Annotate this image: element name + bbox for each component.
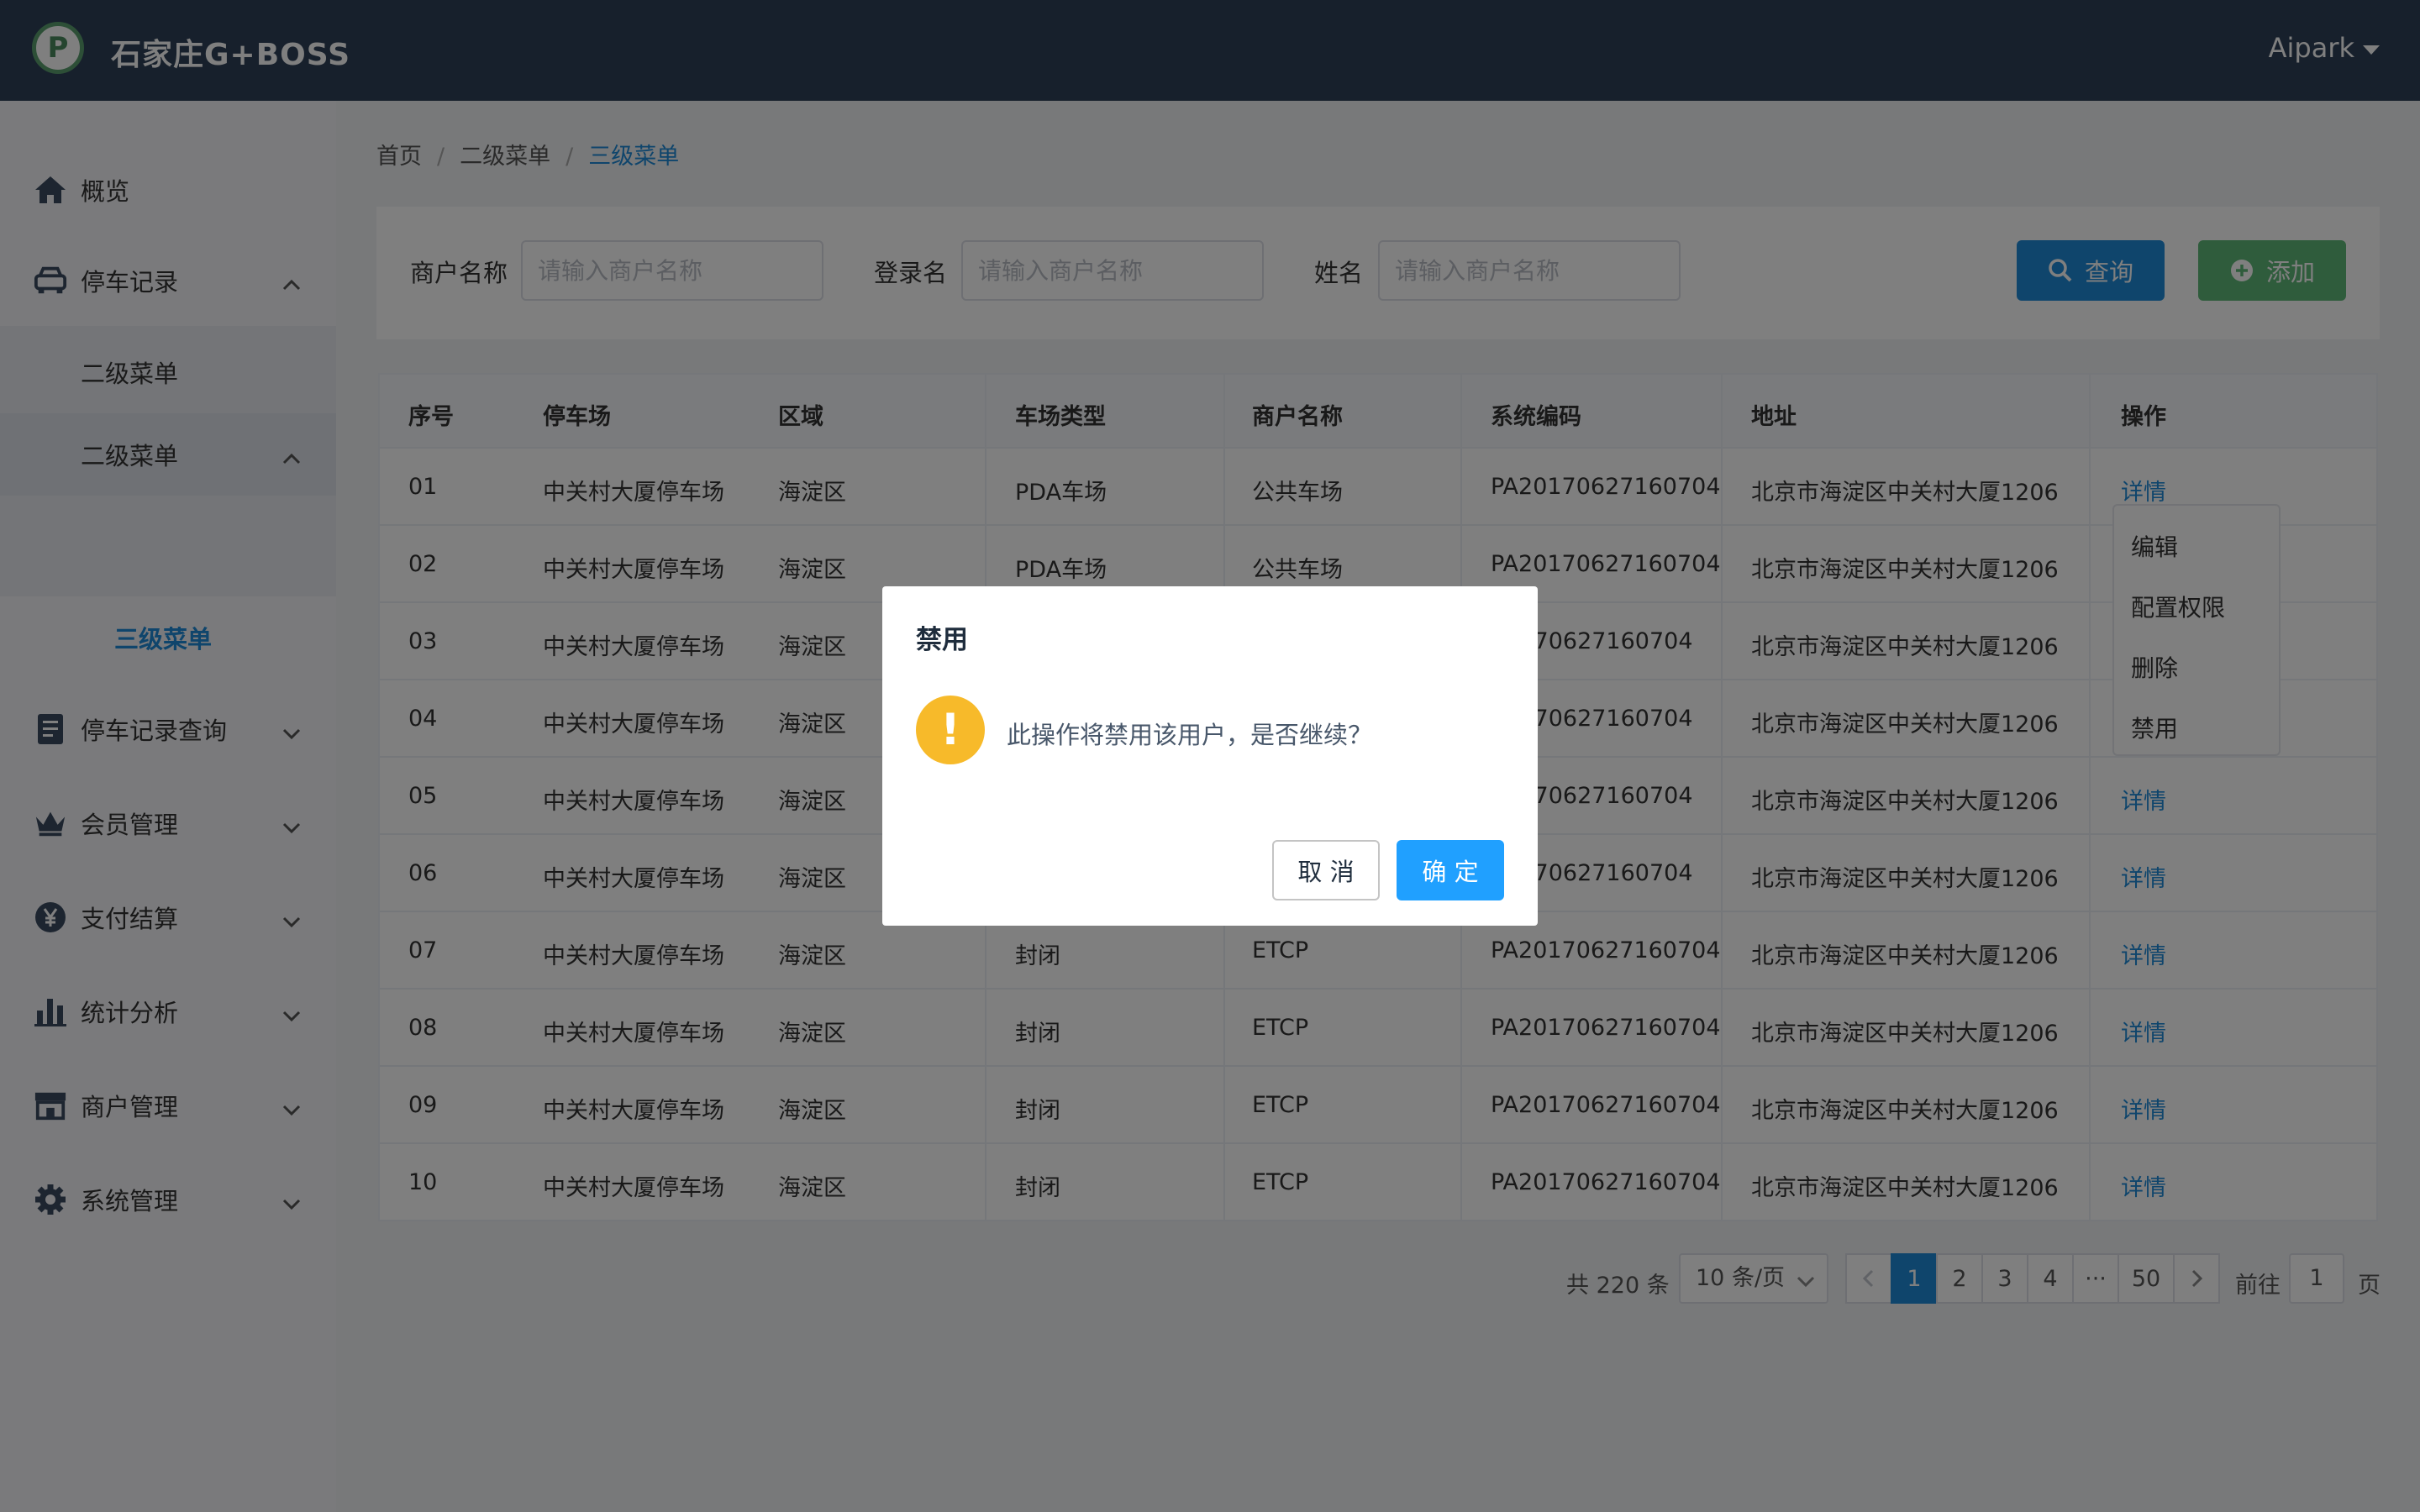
confirm-dialog: 禁用 ! 此操作将禁用该用户，是否继续？ 取 消 确 定 bbox=[882, 586, 1538, 926]
cancel-button[interactable]: 取 消 bbox=[1272, 840, 1380, 900]
warning-icon: ! bbox=[916, 696, 985, 764]
dialog-title: 禁用 bbox=[916, 625, 968, 655]
dialog-message: 此操作将禁用该用户，是否继续？ bbox=[1007, 721, 1373, 749]
confirm-button[interactable]: 确 定 bbox=[1397, 840, 1504, 900]
